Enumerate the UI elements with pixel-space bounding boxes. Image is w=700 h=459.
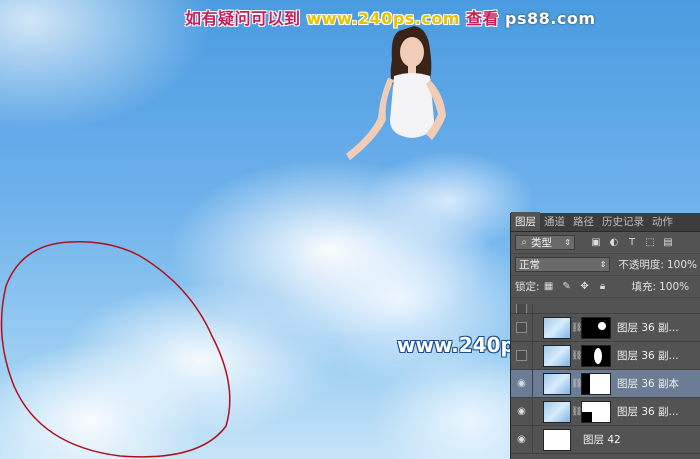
lock-position-icon[interactable]: ✥ — [580, 281, 590, 292]
tab-channels[interactable]: 通道 — [540, 212, 569, 231]
banner-text-2: 查看 — [466, 9, 500, 28]
layer-name: 图层 36 副本 — [617, 378, 680, 390]
chevron-down-icon: ⇕ — [564, 238, 571, 247]
lock-label: 锁定: — [515, 281, 540, 293]
type-filter-icon[interactable]: T — [627, 237, 637, 248]
blend-mode-value: 正常 — [519, 259, 540, 271]
banner-watermark: ps88.com — [505, 9, 596, 28]
link-icon: ⛓ — [571, 406, 583, 417]
layer-row[interactable]: ⛓ 图层 36 副... — [511, 342, 700, 370]
visibility-toggle[interactable]: ◉ — [511, 370, 533, 397]
link-icon: ⛓ — [571, 322, 583, 333]
filter-type-value: 类型 — [531, 237, 552, 249]
opacity-value[interactable]: 100% — [667, 259, 697, 271]
tab-paths[interactable]: 路径 — [569, 212, 598, 231]
layer-row[interactable]: ⛓ 图层 36 副... — [511, 314, 700, 342]
visibility-toggle[interactable] — [511, 314, 533, 341]
smart-object-filter-icon[interactable]: ▤ — [663, 237, 673, 248]
mask-shape — [598, 321, 606, 330]
layer-thumbnail — [543, 372, 571, 395]
hidden-box-icon — [516, 304, 527, 313]
layers-list: ⛓ 图层 36 副... ⛓ 图层 36 副... ◉ ⛓ 图层 36 副本 ◉… — [511, 304, 700, 459]
mask-shape — [582, 373, 590, 394]
eye-icon: ◉ — [517, 434, 526, 445]
pixel-filter-icon[interactable]: ▣ — [591, 237, 601, 248]
layer-name: 图层 42 — [583, 434, 621, 446]
layer-name: 图层 36 副... — [617, 322, 679, 334]
blend-row: 正常 ⇕ 不透明度: 100% — [511, 254, 700, 276]
search-icon: ⌕ — [521, 236, 527, 248]
visibility-toggle[interactable] — [511, 342, 533, 369]
adjustment-filter-icon[interactable]: ◐ — [609, 237, 619, 248]
red-annotation-ellipse — [0, 241, 231, 458]
banner-text: 如有疑问可以到 — [185, 9, 301, 28]
layer-thumbnail — [543, 428, 571, 451]
fill-label: 填充: — [631, 281, 657, 293]
lock-row: 锁定: ▦ ✎ ✥ 🔒︎ 填充: 100% — [511, 276, 700, 298]
layer-row-selected[interactable]: ◉ ⛓ 图层 36 副本 — [511, 370, 700, 398]
shape-filter-icon[interactable]: ⬚ — [645, 237, 655, 248]
top-banner: 如有疑问可以到 www.240ps.com 查看 ps88.com — [185, 5, 596, 29]
layer-row-partial[interactable] — [511, 304, 700, 314]
layer-row[interactable]: ◉ 图层 42 — [511, 426, 700, 454]
link-icon: ⛓ — [571, 350, 583, 361]
layer-mask-thumbnail[interactable] — [581, 372, 611, 395]
tab-actions[interactable]: 动作 — [648, 212, 677, 231]
eye-icon: ◉ — [517, 406, 526, 417]
mask-shape — [594, 347, 602, 364]
mask-shape — [582, 411, 592, 422]
woman-figure — [346, 26, 446, 160]
hidden-box-icon — [516, 322, 527, 333]
eye-icon: ◉ — [517, 378, 526, 389]
layer-name: 图层 36 副... — [617, 350, 679, 362]
visibility-toggle[interactable]: ◉ — [511, 426, 533, 453]
lock-brush-icon[interactable]: ✎ — [562, 281, 572, 292]
filter-type-select[interactable]: ⌕ 类型 ⇕ — [515, 235, 575, 250]
chevron-down-icon: ⇕ — [599, 260, 607, 269]
banner-url: www.240ps.com — [306, 9, 461, 28]
layer-row[interactable]: ◉ ⛓ 图层 36 副... — [511, 398, 700, 426]
lock-transparency-icon[interactable]: ▦ — [544, 281, 554, 292]
hidden-box-icon — [516, 350, 527, 361]
layer-mask-thumbnail[interactable] — [581, 400, 611, 423]
opacity-label: 不透明度: — [618, 259, 664, 271]
layer-name: 图层 36 副... — [617, 406, 679, 418]
panel-tabs: 图层 通道 路径 历史记录 动作 — [511, 212, 700, 232]
filter-row: ⌕ 类型 ⇕ ▣ ◐ T ⬚ ▤ — [511, 232, 700, 254]
layer-mask-thumbnail[interactable] — [581, 316, 611, 339]
link-icon: ⛓ — [571, 378, 583, 389]
tab-layers[interactable]: 图层 — [511, 212, 540, 231]
fill-value[interactable]: 100% — [659, 281, 689, 293]
blend-mode-select[interactable]: 正常 ⇕ — [515, 257, 611, 272]
visibility-toggle[interactable] — [511, 304, 533, 313]
layer-thumbnail — [543, 316, 571, 339]
layer-thumbnail — [543, 400, 571, 423]
visibility-toggle[interactable]: ◉ — [511, 398, 533, 425]
tab-history[interactable]: 历史记录 — [598, 212, 648, 231]
lock-all-icon[interactable]: 🔒︎ — [598, 281, 608, 292]
layer-mask-thumbnail[interactable] — [581, 344, 611, 367]
layers-panel: 图层 通道 路径 历史记录 动作 ⌕ 类型 ⇕ ▣ ◐ T ⬚ ▤ 正常 ⇕ 不… — [510, 212, 700, 459]
layer-thumbnail — [543, 344, 571, 367]
